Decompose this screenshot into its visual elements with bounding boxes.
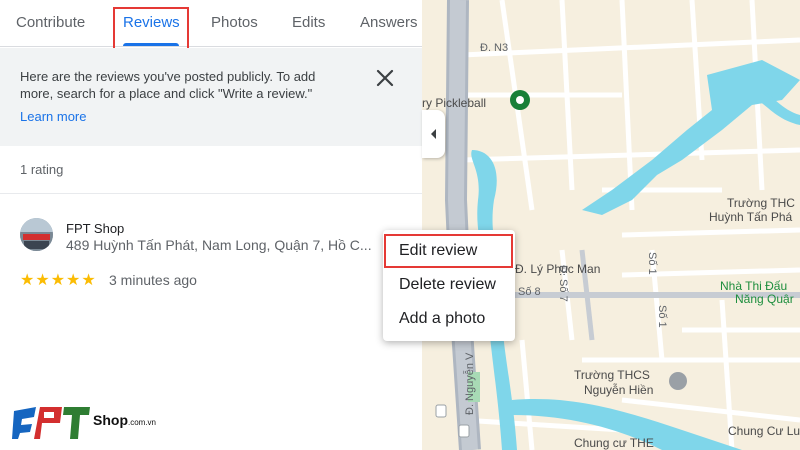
collapse-panel-button[interactable]	[422, 110, 445, 158]
map-canvas[interactable]: Đ. N3 ry Pickleball Đ. Lý Phục Man Đ. Số…	[422, 0, 800, 450]
info-notice: Here are the reviews you've posted publi…	[0, 48, 422, 146]
tab-photos[interactable]: Photos	[211, 0, 258, 47]
rating-count: 1 rating	[20, 162, 64, 177]
map-label-chung-cu-the: Chung cư THE	[574, 436, 654, 450]
review-time: 3 minutes ago	[109, 272, 197, 288]
map-label-chung-cu-lu: Chung Cư Lu	[728, 424, 800, 438]
storefront-image-icon	[20, 218, 53, 251]
map-label-nguyen: Đ. Nguyễn V	[464, 352, 476, 415]
tab-edits[interactable]: Edits	[292, 0, 325, 47]
brand-shop-text: Shop.com.vn	[93, 412, 156, 428]
map-label-pickleball: ry Pickleball	[422, 96, 487, 110]
map-label-so7: Đ. Số 7	[557, 265, 569, 302]
map-label-n3: Đ. N3	[480, 42, 509, 54]
map-label-huynh-tan-phat: Huỳnh Tấn Phá	[709, 210, 793, 224]
map-label-nha-thi-dau: Nhà Thi Đấu	[720, 279, 788, 293]
fpt-logo-icon	[12, 407, 90, 439]
highlight-box-edit-review	[384, 234, 513, 268]
close-icon	[376, 69, 394, 87]
contributions-panel: Contribute Reviews Photos Edits Answers …	[0, 0, 422, 450]
map-label-truong-thc: Trường THC	[727, 196, 795, 210]
place-name[interactable]: FPT Shop	[66, 221, 124, 236]
notice-text: Here are the reviews you've posted publi…	[20, 69, 316, 101]
add-photo-menu-item[interactable]: Add a photo	[383, 304, 515, 334]
divider	[0, 193, 422, 194]
brand-shop: Shop	[93, 412, 128, 428]
place-address: 489 Huỳnh Tấn Phát, Nam Long, Quận 7, Hồ…	[66, 237, 372, 253]
map-label-truong-thcs: Trường THCS	[574, 368, 650, 382]
place-thumbnail[interactable]	[20, 218, 53, 251]
map-label-so1a: Số 1	[646, 252, 658, 275]
map-label-nang-quan: Năng Quậr	[735, 292, 794, 306]
learn-more-link[interactable]: Learn more	[20, 109, 86, 124]
chevron-left-icon	[431, 129, 436, 139]
map-label-so8: Số 8	[518, 286, 541, 298]
star-rating: ★★★★★	[20, 272, 97, 289]
map-label-so1b: Số 1	[656, 305, 668, 328]
tab-contribute[interactable]: Contribute	[16, 0, 85, 47]
tab-bar: Contribute Reviews Photos Edits Answers	[0, 0, 422, 47]
app-root: Contribute Reviews Photos Edits Answers …	[0, 0, 800, 450]
brand-domain: .com.vn	[128, 418, 157, 427]
map-label-nguyen-hien: Nguyễn Hiền	[584, 383, 654, 397]
delete-review-menu-item[interactable]: Delete review	[383, 270, 515, 300]
close-notice-button[interactable]	[374, 67, 396, 89]
tab-answers[interactable]: Answers	[360, 0, 418, 47]
